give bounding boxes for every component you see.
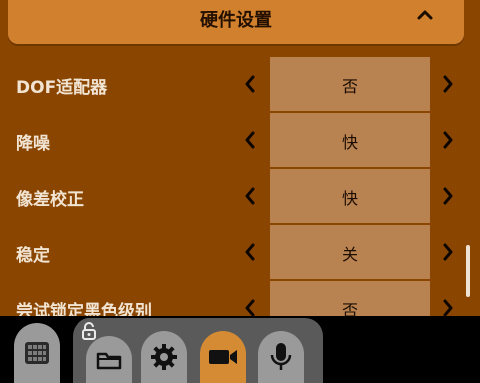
chevron-left-icon[interactable] — [242, 185, 258, 207]
scrollbar[interactable] — [466, 245, 470, 297]
setting-row-dof-adapter: DOF适配器 否 — [0, 57, 480, 111]
hardware-settings-panel: 硬件设置 DOF适配器 否 降噪 快 像差校正 快 稳定 关 尝试锁定黑色级别 … — [0, 0, 480, 316]
grid-icon — [25, 342, 49, 364]
chevron-left-icon[interactable] — [242, 129, 258, 151]
video-camera-icon — [209, 350, 237, 364]
setting-value-box: 否 — [270, 281, 430, 316]
setting-row-black-level-lock: 尝试锁定黑色级别 否 — [0, 281, 480, 316]
setting-row-noise-reduction: 降噪 快 — [0, 113, 480, 167]
tab-audio[interactable] — [258, 331, 304, 383]
chevron-right-icon[interactable] — [440, 73, 456, 95]
setting-label: 降噪 — [16, 134, 50, 154]
tab-grid[interactable] — [14, 323, 60, 383]
setting-row-aberration-correction: 像差校正 快 — [0, 169, 480, 223]
setting-value: 否 — [341, 301, 358, 316]
setting-value: 关 — [341, 245, 358, 264]
setting-label: DOF适配器 — [16, 78, 108, 98]
setting-label: 稳定 — [16, 246, 50, 266]
setting-value: 快 — [341, 189, 358, 208]
tab-camera[interactable] — [200, 331, 246, 383]
section-header[interactable]: 硬件设置 — [8, 0, 464, 44]
setting-label: 像差校正 — [16, 190, 84, 210]
setting-value-box: 关 — [270, 225, 430, 279]
section-title: 硬件设置 — [200, 10, 272, 31]
chevron-right-icon[interactable] — [440, 129, 456, 151]
lock-icon — [82, 322, 96, 340]
chevron-up-icon[interactable] — [416, 6, 434, 24]
gear-icon — [151, 344, 177, 370]
tab-settings[interactable] — [141, 331, 187, 383]
setting-row-stabilization: 稳定 关 — [0, 225, 480, 279]
tab-files[interactable] — [86, 336, 132, 383]
setting-label: 尝试锁定黑色级别 — [16, 302, 152, 316]
chevron-right-icon[interactable] — [440, 241, 456, 263]
setting-value: 快 — [341, 133, 358, 152]
microphone-icon — [270, 343, 292, 370]
chevron-right-icon[interactable] — [440, 185, 456, 207]
folder-icon — [96, 352, 122, 369]
setting-value-box: 快 — [270, 169, 430, 223]
chevron-left-icon[interactable] — [242, 297, 258, 316]
chevron-left-icon[interactable] — [242, 73, 258, 95]
setting-value: 否 — [341, 77, 358, 96]
setting-value-box: 快 — [270, 113, 430, 167]
setting-value-box: 否 — [270, 57, 430, 111]
chevron-left-icon[interactable] — [242, 241, 258, 263]
chevron-right-icon[interactable] — [440, 297, 456, 316]
